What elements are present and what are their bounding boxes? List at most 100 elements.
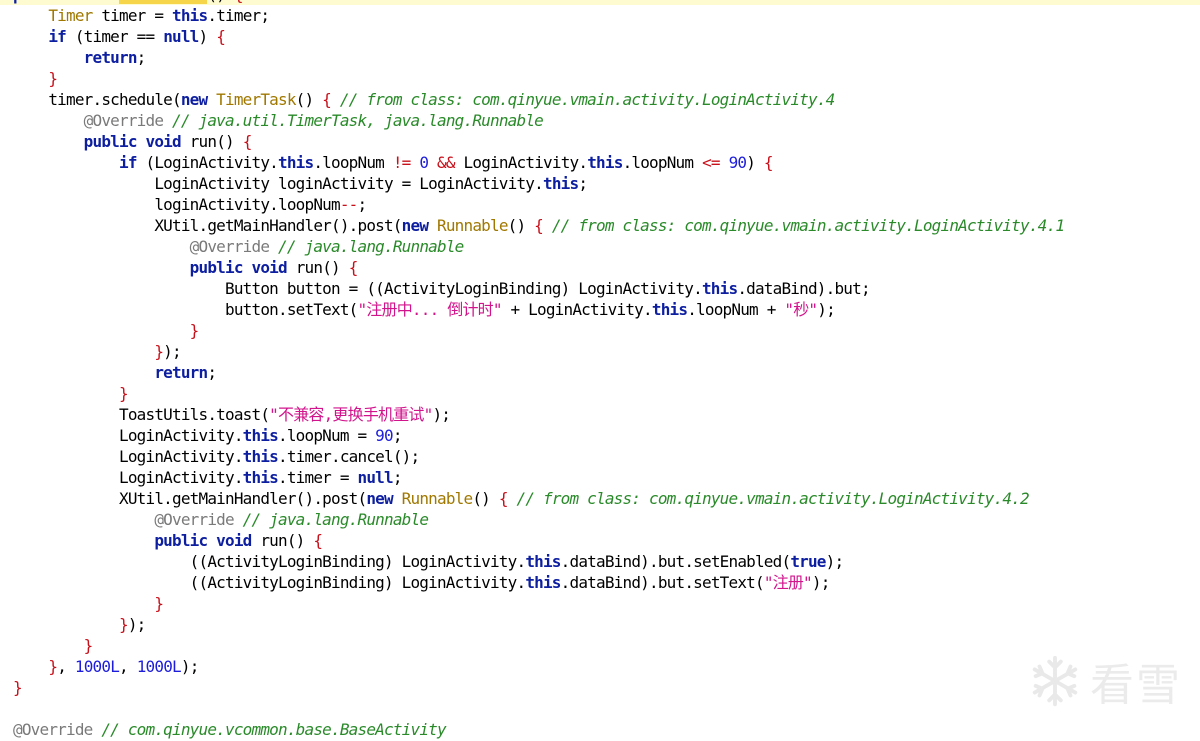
code-editor[interactable]: public void startTimer() { Timer timer =…	[0, 0, 1200, 741]
code-token: TimerTask	[216, 90, 296, 109]
code-token: run()	[251, 531, 314, 550]
code-line[interactable]: LoginActivity loginActivity = LoginActiv…	[0, 173, 1200, 194]
code-line[interactable]: @Override // com.qinyue.vcommon.base.Bas…	[0, 719, 1200, 740]
code-token: this	[542, 174, 579, 193]
code-token: }	[48, 69, 58, 88]
code-token: 90	[728, 153, 747, 172]
code-area[interactable]: public void startTimer() { Timer timer =…	[0, 0, 1200, 740]
code-token: run()	[180, 132, 243, 151]
code-token: this	[242, 468, 279, 487]
code-token: if	[48, 27, 67, 46]
code-line[interactable]: @Override // java.lang.Runnable	[0, 236, 1200, 257]
code-line[interactable]: LoginActivity.this.timer.cancel();	[0, 446, 1200, 467]
code-token: XUtil.getMainHandler().post(	[13, 216, 402, 235]
code-token: "不兼容,更换手机重试"	[269, 405, 433, 424]
code-line[interactable]: if (timer == null) {	[0, 26, 1200, 47]
code-token: ;	[136, 48, 147, 67]
code-line[interactable]: });	[0, 614, 1200, 635]
code-token: LoginActivity.	[13, 447, 243, 466]
code-line[interactable]: }	[0, 635, 1200, 656]
code-token: void	[75, 0, 119, 4]
code-line[interactable]: });	[0, 341, 1200, 362]
code-token: public	[154, 531, 217, 550]
code-line[interactable]: ((ActivityLoginBinding) LoginActivity.th…	[0, 572, 1200, 593]
code-token: @Override	[154, 510, 243, 529]
code-token: .loopNum +	[687, 300, 785, 319]
code-token: .dataBind).but.setText(	[560, 573, 765, 592]
code-token: void	[251, 258, 288, 277]
code-token: loginActivity.loopNum	[13, 195, 340, 214]
code-token: }	[119, 384, 129, 403]
code-line[interactable]: Timer timer = this.timer;	[0, 5, 1200, 26]
code-line[interactable]: return;	[0, 362, 1200, 383]
highlighted-token: startTimer	[119, 0, 208, 4]
code-token: }	[154, 594, 164, 613]
code-token: new	[366, 489, 402, 508]
code-token: void	[145, 132, 182, 151]
code-token: @Override	[189, 237, 279, 256]
code-token: .timer;	[207, 6, 270, 25]
code-token: if	[119, 153, 137, 172]
code-line[interactable]: public void run() {	[0, 257, 1200, 278]
code-line[interactable]: }, 1000L, 1000L);	[0, 656, 1200, 677]
code-token: button.setText(	[13, 300, 358, 319]
code-token: @Override	[13, 720, 102, 739]
code-token: .dataBind).but;	[737, 279, 870, 298]
code-line[interactable]: }	[0, 68, 1200, 89]
code-line[interactable]: public void run() {	[0, 131, 1200, 152]
code-token: .loopNum	[622, 153, 703, 172]
code-token: "秒"	[784, 300, 818, 319]
code-token: .dataBind).but.setEnabled(	[560, 552, 791, 571]
code-line[interactable]: }	[0, 677, 1200, 698]
code-line[interactable]: Button button = ((ActivityLoginBinding) …	[0, 278, 1200, 299]
code-line[interactable]: XUtil.getMainHandler().post(new Runnable…	[0, 215, 1200, 236]
code-token: );	[825, 552, 844, 571]
code-token: 1000L	[74, 657, 120, 676]
code-token: --	[339, 195, 358, 214]
code-token: {	[216, 27, 226, 46]
code-token: <=	[702, 153, 720, 172]
code-token: run()	[286, 258, 349, 277]
code-line[interactable]: }	[0, 383, 1200, 404]
code-line[interactable]: loginActivity.loopNum--;	[0, 194, 1200, 215]
code-token: ()	[207, 0, 234, 4]
code-token: {	[763, 153, 774, 172]
code-line[interactable]: return;	[0, 47, 1200, 68]
code-line[interactable]: LoginActivity.this.timer = null;	[0, 467, 1200, 488]
code-token: {	[313, 531, 323, 550]
code-line[interactable]: button.setText("注册中... 倒计时" + LoginActiv…	[0, 299, 1200, 320]
code-token: ;	[392, 426, 403, 445]
code-token: }	[189, 321, 200, 340]
code-line[interactable]: public void run() {	[0, 530, 1200, 551]
code-line[interactable]: timer.schedule(new TimerTask() { // from…	[0, 89, 1200, 110]
code-line[interactable]: ((ActivityLoginBinding) LoginActivity.th…	[0, 551, 1200, 572]
code-token: );	[127, 615, 146, 634]
code-line[interactable]: ToastUtils.toast("不兼容,更换手机重试");	[0, 404, 1200, 425]
code-line[interactable]: if (LoginActivity.this.loopNum != 0 && L…	[0, 152, 1200, 173]
code-line[interactable]	[0, 698, 1200, 719]
code-line[interactable]: }	[0, 593, 1200, 614]
code-token: {	[242, 132, 253, 151]
code-line[interactable]: LoginActivity.this.loopNum = 90;	[0, 425, 1200, 446]
code-token: this	[172, 6, 208, 25]
code-line[interactable]: @Override // java.util.TimerTask, java.l…	[0, 110, 1200, 131]
code-token: ;	[392, 468, 403, 487]
code-token: ;	[357, 195, 368, 214]
code-token: return	[154, 363, 208, 382]
code-token: !=	[392, 153, 411, 172]
code-line[interactable]: @Override // java.lang.Runnable	[0, 509, 1200, 530]
code-line[interactable]: XUtil.getMainHandler().post(new Runnable…	[0, 488, 1200, 509]
code-line[interactable]: }	[0, 320, 1200, 341]
code-token: public	[83, 132, 146, 151]
code-token: // from class: com.qinyue.vmain.activity…	[339, 90, 835, 109]
